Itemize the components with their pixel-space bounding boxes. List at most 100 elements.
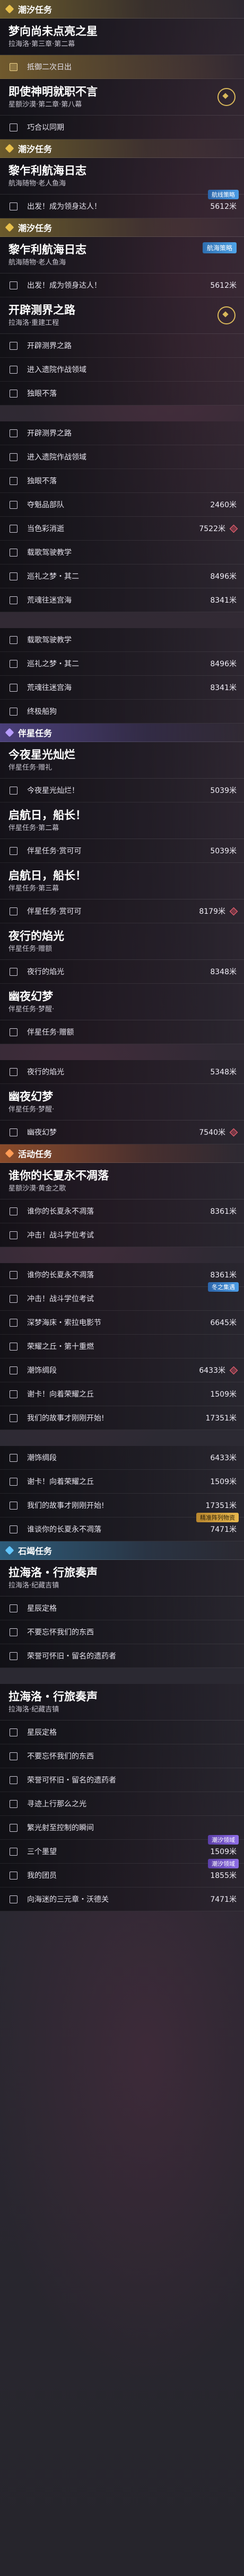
objective-row[interactable]: 冲击！战斗学位考试: [0, 1223, 244, 1247]
list-gap: [0, 1668, 244, 1684]
mission-card[interactable]: 启航日，船长！ 伴星任务·第二幕: [0, 802, 244, 839]
objective-row[interactable]: 谁谈你的长夏永不凋落 7471米 精准阵列物资: [0, 1513, 244, 1541]
mission-card[interactable]: 黎乍利航海日志 航海随物·老人鱼海 航海策略: [0, 237, 244, 274]
objective-distance: 7471米: [210, 1895, 237, 1904]
objective-distance: 8361米: [210, 1207, 237, 1216]
objective-row[interactable]: 抵御二次日出: [0, 55, 244, 79]
objective-label: 潮饰绸段: [27, 1366, 57, 1375]
objective-row[interactable]: 不要忘怀我们的东西: [0, 1744, 244, 1768]
track-mission-icon[interactable]: [217, 306, 236, 324]
track-mission-icon[interactable]: [217, 88, 236, 106]
mission-card[interactable]: 幽夜幻梦 伴星任务·梦醒·: [0, 984, 244, 1020]
objective-row[interactable]: 今夜星光灿烂！ 5039米: [0, 779, 244, 802]
objective-row[interactable]: 开辟测界之路: [0, 421, 244, 445]
objective-row[interactable]: 谢卡！向着荣耀之丘 1509米: [0, 1470, 244, 1494]
objective-row[interactable]: 潮饰绸段 6433米: [0, 1358, 244, 1382]
mission-subtitle: 伴星任务·第三幕: [8, 885, 59, 893]
objective-row[interactable]: 谁你的长夏永不凋落 8361米: [0, 1199, 244, 1223]
objective-row[interactable]: 谁你的长夏永不凋落 8361米: [0, 1263, 244, 1287]
objective-row[interactable]: 出发！成为领身达人！ 5612米 航线策略: [0, 190, 244, 218]
objective-row[interactable]: 荣耀之丘・第十重燃: [0, 1335, 244, 1358]
objective-row[interactable]: 不要忘怀我们的东西: [0, 1620, 244, 1644]
section-diamond-icon: [5, 4, 14, 14]
objective-row[interactable]: 进入遗院作战领域: [0, 358, 244, 382]
objective-checkbox-icon: [10, 967, 18, 976]
objective-row[interactable]: 三个墨望 1509米 潮汐领域: [0, 1835, 244, 1864]
objective-label: 谢卡！向着荣耀之丘: [27, 1478, 94, 1486]
mission-card[interactable]: 今夜星光灿烂 伴星任务·赠礼: [0, 742, 244, 779]
objective-row[interactable]: 独眼不落: [0, 382, 244, 405]
section-header-main[interactable]: 潮汐任务: [0, 0, 244, 19]
objective-row[interactable]: 幽夜幻梦 7540米: [0, 1121, 244, 1144]
objective-row[interactable]: 荒魂往迷宫海 8341米: [0, 588, 244, 612]
mission-card[interactable]: 拉海洛・行旅奏声 拉海洛·纪藏吉镇: [0, 1560, 244, 1596]
objective-row[interactable]: 出发！成为领身达人！ 5612米: [0, 274, 244, 297]
objective-label: 载歌驾驶教学: [27, 549, 72, 557]
objective-row[interactable]: 寻迹上行那么之光: [0, 1792, 244, 1816]
objective-row[interactable]: 夺魁品部队 2460米: [0, 493, 244, 517]
objective-label: 今夜星光灿烂！: [27, 787, 79, 795]
objective-checkbox-icon: [10, 1477, 18, 1486]
map-marker-icon: [229, 524, 238, 533]
objective-checkbox-icon: [10, 683, 18, 692]
mission-card[interactable]: 梦向尚未点亮之星 拉海洛·第三章·第二幕: [0, 19, 244, 55]
objective-row[interactable]: 星辰定格: [0, 1721, 244, 1744]
section-header-adventure[interactable]: 石竭任务: [0, 1541, 244, 1560]
objective-label: 伴星任务·赏可可: [27, 907, 82, 916]
objective-row[interactable]: 进入遗院作战领域: [0, 445, 244, 469]
section-diamond-icon: [5, 223, 14, 232]
objective-checkbox-icon: [10, 1318, 18, 1327]
objective-row[interactable]: 载歌驾驶教学: [0, 628, 244, 652]
objective-row[interactable]: 荣誉可怀旧・留名的遗药者: [0, 1768, 244, 1792]
section-title: 潮汐任务: [18, 223, 53, 233]
objective-row[interactable]: 载歌驾驶教学: [0, 541, 244, 564]
objective-badge: 精准阵列物资: [196, 1513, 239, 1522]
objective-row[interactable]: 伴星任务·赠额: [0, 1020, 244, 1044]
mission-title: 开辟测界之路: [8, 304, 75, 316]
mission-card[interactable]: 拉海洛・行旅奏声 拉海洛·纪藏吉镇: [0, 1684, 244, 1721]
objective-row[interactable]: 谢卡！向着荣耀之丘 1509米: [0, 1382, 244, 1406]
mission-card[interactable]: 即使神明就职不言 星额沙漠·第二章·第八幕: [0, 79, 244, 116]
mission-card[interactable]: 开辟测界之路 拉海洛·重建工程: [0, 297, 244, 334]
mission-title: 拉海洛・行旅奏声: [8, 1690, 98, 1703]
section-header-main-2[interactable]: 潮汐任务: [0, 139, 244, 158]
mission-card[interactable]: 启航日，船长！ 伴星任务·第三幕: [0, 863, 244, 899]
objective-row[interactable]: 夜行的焰光 5348米: [0, 1060, 244, 1084]
objective-row[interactable]: 伴星任务·赏可可 5039米: [0, 839, 244, 863]
objective-row[interactable]: 荣誉可怀旧・留名的遗药者: [0, 1644, 244, 1668]
objective-row[interactable]: 深梦海床・索拉电影节 6645米: [0, 1311, 244, 1335]
objective-row[interactable]: 向海迷的三元章・沃德关 7471米: [0, 1887, 244, 1911]
mission-card[interactable]: 夜行的焰光 伴星任务·赠额: [0, 923, 244, 960]
objective-checkbox-icon: [10, 500, 18, 509]
objective-row[interactable]: 终极船狗: [0, 700, 244, 724]
section-header-main-3[interactable]: 潮汐任务: [0, 218, 244, 237]
mission-card[interactable]: 幽夜幻梦 伴星任务·梦醒·: [0, 1084, 244, 1121]
objective-row[interactable]: 荒魂往迷宫海 8341米: [0, 676, 244, 700]
objective-row[interactable]: 潮饰绸段 6433米: [0, 1446, 244, 1470]
objective-row[interactable]: 巧合以同期: [0, 116, 244, 139]
objective-label: 星辰定格: [27, 1728, 57, 1737]
section-header-companion[interactable]: 伴星任务: [0, 724, 244, 742]
objective-row[interactable]: 冲击！战斗学位考试 冬之集遇: [0, 1282, 244, 1311]
objective-label: 谁你的长夏永不凋落: [27, 1271, 94, 1280]
objective-row[interactable]: 巡礼之梦・其二 8496米: [0, 564, 244, 588]
objective-row[interactable]: 当色彩消逝 7522米: [0, 517, 244, 541]
objective-row[interactable]: 开辟测界之路: [0, 334, 244, 358]
objective-row[interactable]: 夜行的焰光 8348米: [0, 960, 244, 984]
objective-row[interactable]: 繁光射至控制的瞬间: [0, 1816, 244, 1840]
section-header-event[interactable]: 活动任务: [0, 1144, 244, 1163]
objective-row[interactable]: 伴星任务·赏可可 8179米: [0, 899, 244, 923]
objective-distance: 7540米: [199, 1128, 225, 1137]
objective-row[interactable]: 巡礼之梦・其二 8496米: [0, 652, 244, 676]
mission-card[interactable]: 谁你的长夏永不凋落 星额沙漠·黄金之歌: [0, 1163, 244, 1199]
objective-checkbox-icon: [10, 1652, 18, 1660]
objective-label: 巡礼之梦・其二: [27, 660, 79, 668]
objective-row[interactable]: 我的团员 1855米 潮汐领域: [0, 1859, 244, 1887]
mission-card[interactable]: 黎乍利航海日志 航海随物·老人鱼海: [0, 158, 244, 195]
objective-distance: 6645米: [210, 1319, 237, 1327]
objective-checkbox-icon: [10, 707, 18, 716]
objective-row[interactable]: 星辰定格: [0, 1596, 244, 1620]
map-marker-icon: [229, 1128, 238, 1136]
objective-row[interactable]: 我们的故事才刚刚开始! 17351米: [0, 1406, 244, 1430]
objective-row[interactable]: 独眼不落: [0, 469, 244, 493]
